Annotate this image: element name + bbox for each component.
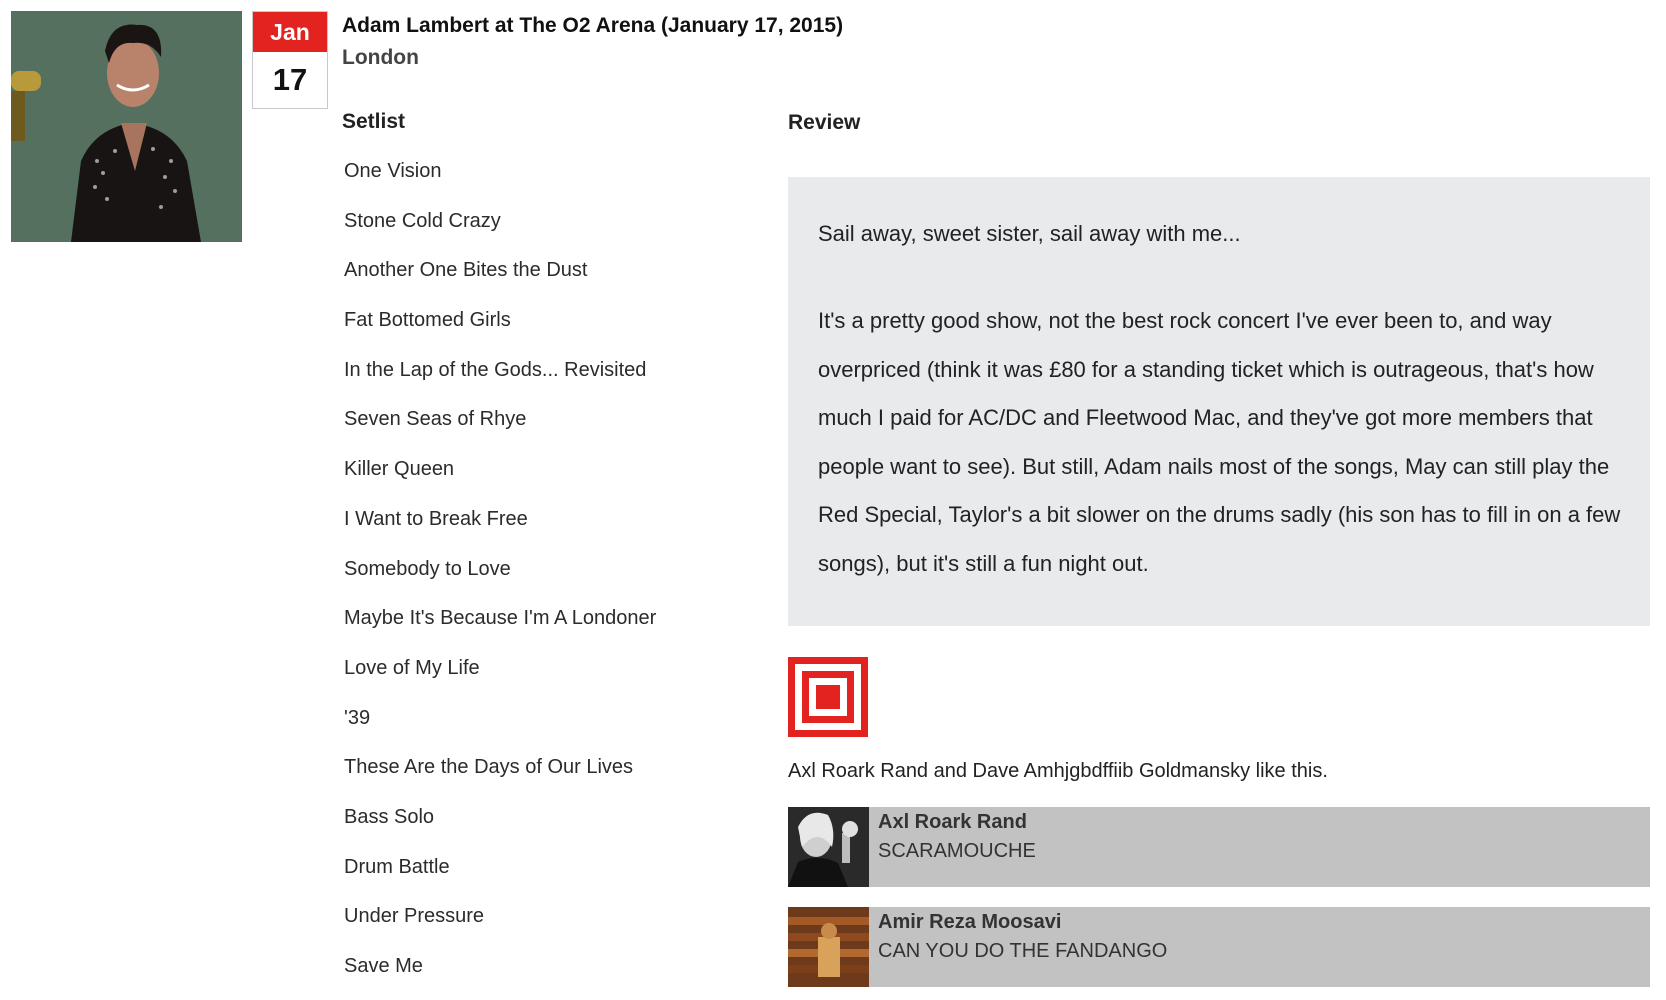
setlist-song: Save Me (344, 955, 423, 977)
setlist-heading: Setlist (342, 110, 406, 133)
review-heading: Review (788, 111, 861, 134)
avatar[interactable] (788, 807, 869, 887)
likes-summary: Axl Roark Rand and Dave Amhjgbdffiib Gol… (788, 760, 1328, 782)
setlist: One Vision Stone Cold Crazy Another One … (344, 156, 656, 1000)
avatar[interactable] (788, 907, 869, 987)
review-body: It's a pretty good show, not the best ro… (818, 308, 1621, 576)
setlist-song: Stone Cold Crazy (344, 209, 501, 232)
event-title[interactable]: Adam Lambert at The O2 Arena (January 17… (342, 14, 843, 38)
setlist-song: Fat Bottomed Girls (344, 309, 511, 332)
setlist-song: Seven Seas of Rhye (344, 408, 527, 431)
setlist-song: Another One Bites the Dust (344, 259, 588, 282)
setlist-song: Under Pressure (344, 905, 485, 928)
liker-label: SCARAMOUCHE (878, 840, 1036, 862)
liker-label: CAN YOU DO THE FANDANGO (878, 940, 1168, 962)
setlist-song: In the Lap of the Gods... Revisited (344, 358, 647, 381)
setlist-song: Maybe It's Because I'm A Londoner (344, 607, 657, 630)
artist-photo[interactable] (11, 11, 242, 242)
setlist-song: I Want to Break Free (344, 507, 528, 530)
setlist-song: '39 (344, 706, 371, 729)
setlist-song: One Vision (344, 160, 442, 182)
event-date-month: Jan (253, 12, 327, 52)
review-intro: Sail away, sweet sister, sail away with … (818, 221, 1241, 246)
liker-card[interactable]: Axl Roark Rand SCARAMOUCHE (788, 807, 1650, 887)
liker-name[interactable]: Axl Roark Rand (878, 811, 1027, 834)
event-date-badge: Jan 17 (252, 11, 328, 109)
artist-photo-image (11, 11, 242, 242)
setlist-song: Love of My Life (344, 656, 480, 679)
setlist-song: Drum Battle (344, 855, 450, 878)
like-icon[interactable] (788, 657, 868, 737)
setlist-song: Somebody to Love (344, 557, 511, 580)
event-date-day: 17 (272, 62, 308, 97)
setlist-song: Bass Solo (344, 805, 435, 828)
setlist-song: These Are the Days of Our Lives (344, 756, 634, 779)
liker-card[interactable]: Amir Reza Moosavi CAN YOU DO THE FANDANG… (788, 907, 1650, 987)
liker-name[interactable]: Amir Reza Moosavi (878, 911, 1061, 934)
event-city: London (342, 46, 419, 69)
review-box: Sail away, sweet sister, sail away with … (788, 177, 1650, 626)
setlist-song: Killer Queen (344, 458, 455, 481)
